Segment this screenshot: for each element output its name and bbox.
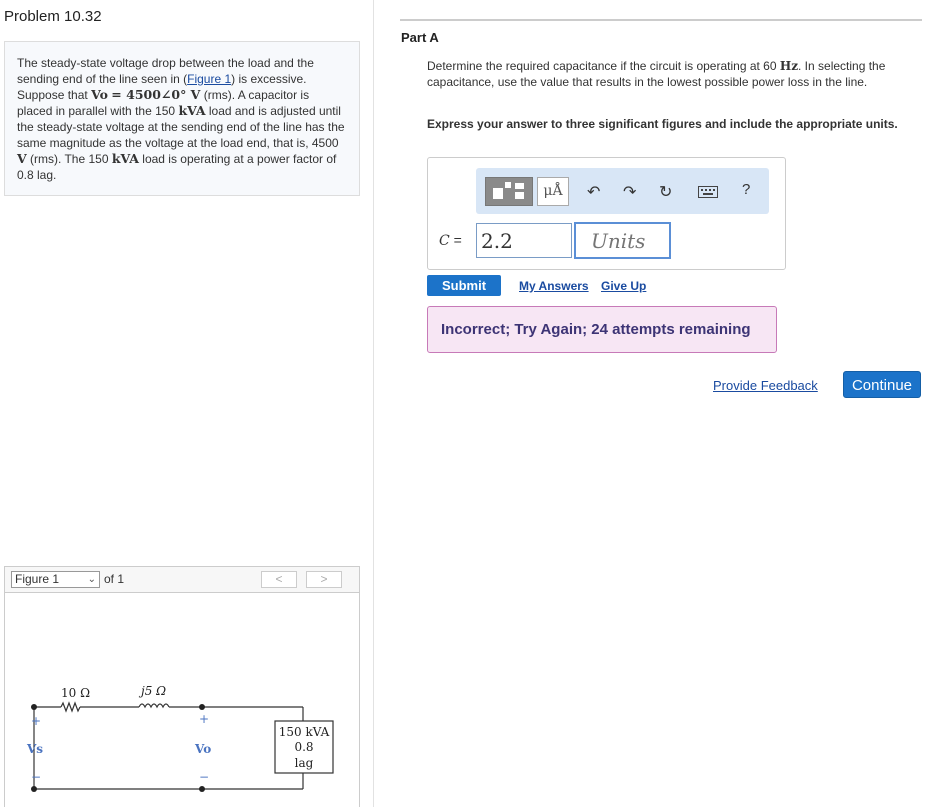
give-up-link[interactable]: Give Up <box>601 279 646 293</box>
units-button[interactable]: μÅ <box>537 177 569 206</box>
resistor-label: 10 Ω <box>61 686 90 700</box>
question-text-part: Determine the required capacitance if th… <box>427 59 780 73</box>
reset-icon[interactable]: ↻ <box>659 182 672 202</box>
inductor-label: j5 Ω <box>138 684 166 698</box>
undo-icon[interactable]: ↶ <box>587 182 600 202</box>
part-title: Part A <box>401 30 439 45</box>
templates-button[interactable] <box>485 177 533 206</box>
chevron-down-icon: ⌄ <box>87 574 96 585</box>
answer-box: μÅ ↶ ↷ ↻ ? C = <box>427 157 786 270</box>
math-toolbar: μÅ ↶ ↷ ↻ ? <box>476 168 769 214</box>
vo-minus: − <box>199 770 209 784</box>
continue-button[interactable]: Continue <box>843 371 921 398</box>
kva-unit: kVA <box>111 151 139 166</box>
figure-count: of 1 <box>104 572 125 586</box>
vo-symbol: Vo <box>91 87 108 102</box>
figure-toolbar: Figure 1 ⌄ of 1 < > <box>4 566 360 592</box>
resistor-symbol <box>60 701 81 713</box>
figure-area: 10 Ω j5 Ω + Vs − + Vo − 150 kVA 0.8 lag <box>4 592 360 807</box>
question-text: Determine the required capacitance if th… <box>427 58 911 90</box>
node <box>31 786 37 792</box>
hz-unit: Hz <box>779 59 799 73</box>
figure-link[interactable]: Figure 1 <box>187 72 231 86</box>
node <box>199 704 205 710</box>
part-divider <box>400 19 922 21</box>
node <box>31 704 37 710</box>
circuit-diagram: 10 Ω j5 Ω + Vs − + Vo − 150 kVA 0.8 lag <box>26 684 334 792</box>
units-input[interactable] <box>574 222 671 259</box>
help-button[interactable]: ? <box>742 181 750 198</box>
variable-label: C = <box>439 232 462 249</box>
next-figure-button[interactable]: > <box>306 571 342 588</box>
variable-symbol: C <box>439 233 450 249</box>
submit-button[interactable]: Submit <box>427 275 501 296</box>
vs-minus: − <box>31 770 41 784</box>
inductor-symbol <box>138 703 170 709</box>
feedback-message: Incorrect; Try Again; 24 attempts remain… <box>427 306 777 353</box>
prev-figure-button[interactable]: < <box>261 571 297 588</box>
redo-icon[interactable]: ↷ <box>623 182 636 202</box>
vo-plus: + <box>199 712 209 726</box>
load-label-1: 150 kVA <box>279 725 330 739</box>
figure-select[interactable]: Figure 1 ⌄ <box>11 571 100 588</box>
my-answers-link[interactable]: My Answers <box>519 279 589 293</box>
panel-divider <box>373 0 374 807</box>
kva-unit: kVA <box>178 103 206 118</box>
problem-title: Problem 10.32 <box>4 8 102 25</box>
node <box>199 786 205 792</box>
vo-label: Vo <box>194 742 211 756</box>
v-unit: V <box>17 151 27 166</box>
figure-select-value: Figure 1 <box>15 572 60 586</box>
load-label-2: 0.8 <box>294 740 313 754</box>
load-label-3: lag <box>295 756 314 770</box>
vs-plus: + <box>31 714 41 728</box>
problem-text: (rms). The 150 <box>26 152 112 166</box>
equals-sign: = <box>453 232 462 248</box>
vo-value: = 4500∠0° V <box>111 87 201 102</box>
problem-statement: The steady-state voltage drop between th… <box>4 41 360 196</box>
provide-feedback-link[interactable]: Provide Feedback <box>713 378 818 393</box>
answer-instructions: Express your answer to three significant… <box>427 117 898 131</box>
keyboard-icon[interactable] <box>698 186 718 198</box>
templates-icon <box>493 182 524 199</box>
vs-label: Vs <box>26 742 43 756</box>
value-input[interactable] <box>476 223 572 258</box>
